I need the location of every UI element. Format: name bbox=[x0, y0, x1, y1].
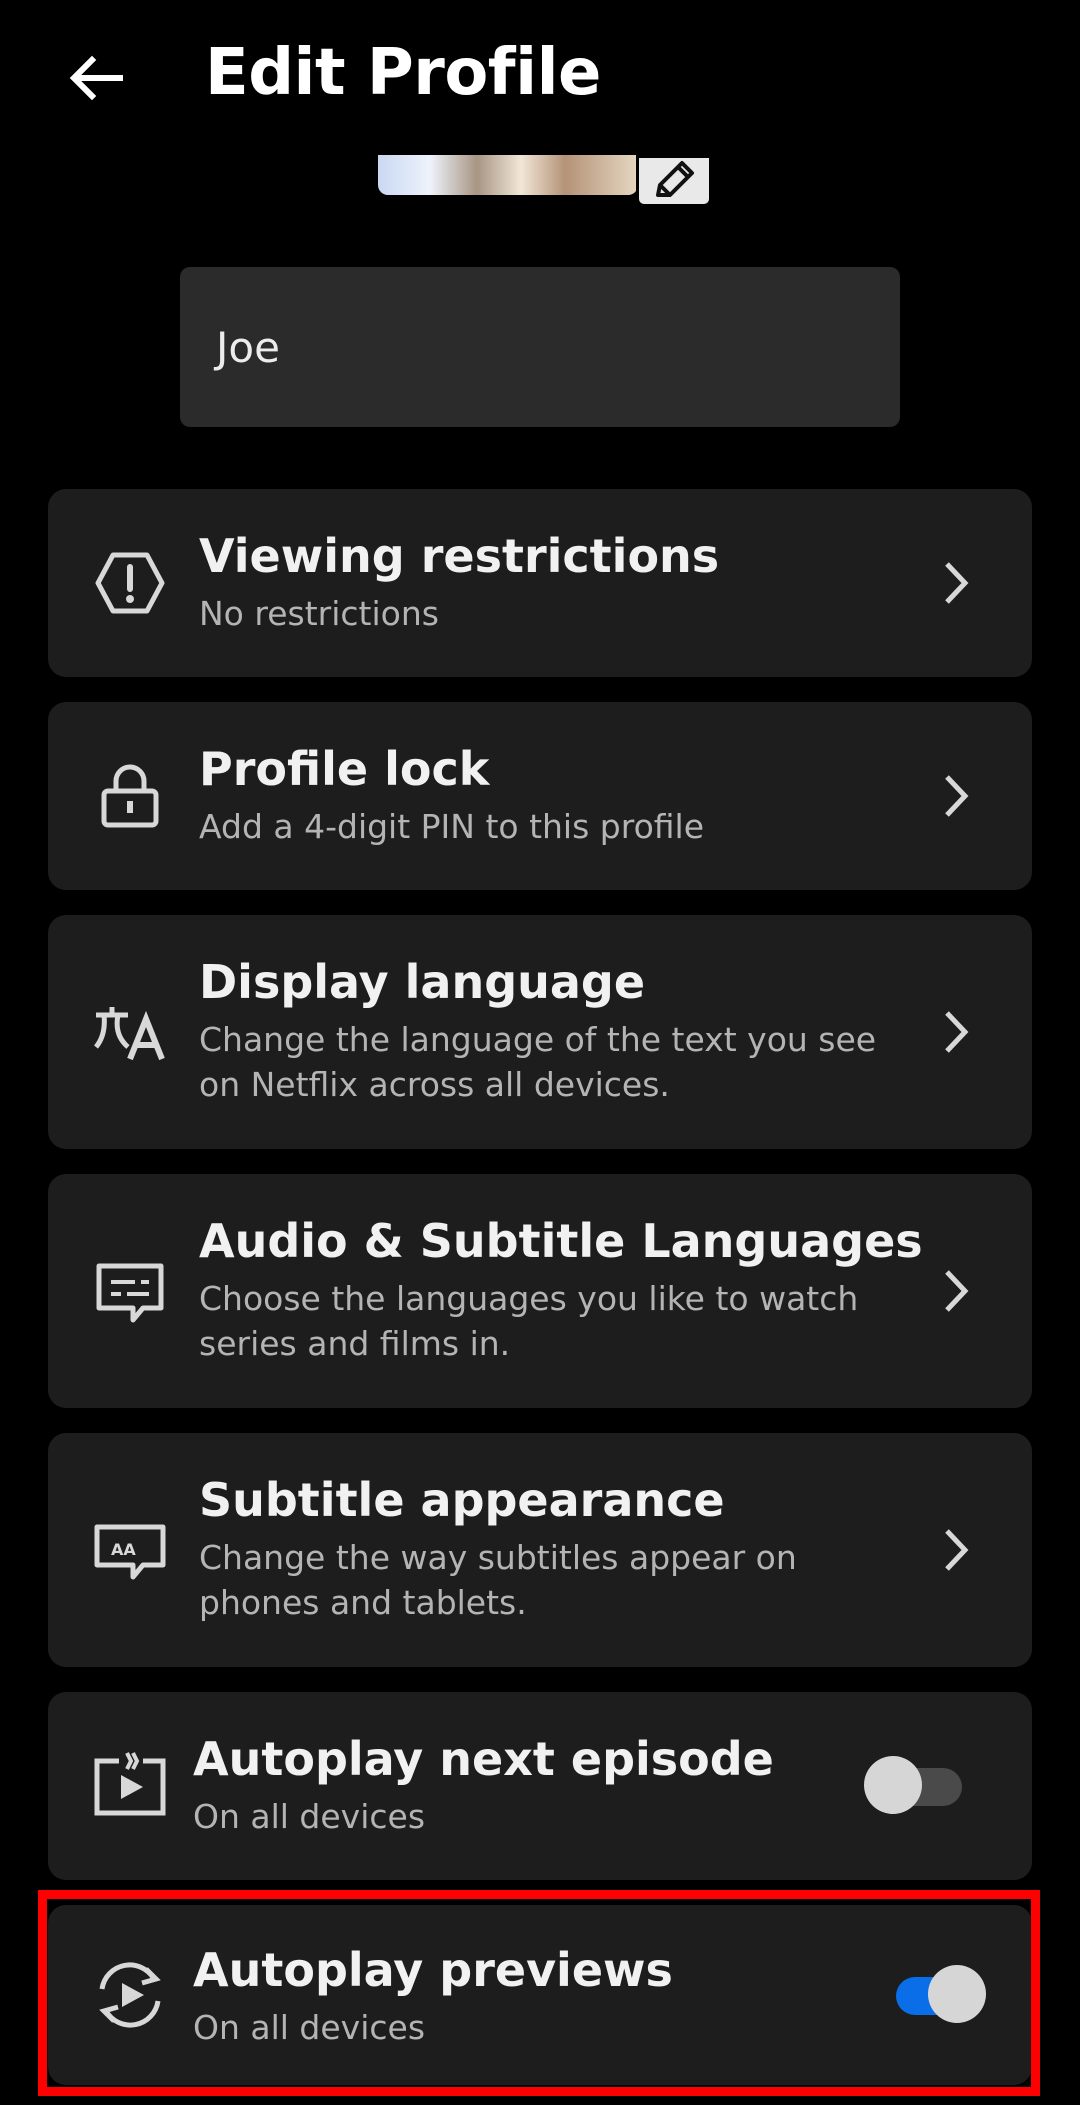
toggle-knob bbox=[864, 1756, 922, 1814]
setting-subtitle: Add a 4-digit PIN to this profile bbox=[199, 807, 705, 846]
toggle-knob bbox=[928, 1965, 986, 2023]
viewing-restrictions-item[interactable]: Viewing restrictions No restrictions bbox=[48, 489, 1032, 677]
page-title: Edit Profile bbox=[205, 36, 601, 110]
chevron-right-icon bbox=[936, 768, 976, 824]
setting-title: Autoplay next episode bbox=[193, 1732, 774, 1786]
setting-subtitle: No restrictions bbox=[199, 594, 439, 633]
translate-icon bbox=[88, 989, 172, 1073]
setting-subtitle: Change the language of the text you see … bbox=[199, 1020, 877, 1104]
setting-subtitle: On all devices bbox=[193, 2008, 426, 2047]
setting-title: Display language bbox=[199, 955, 646, 1009]
autoplay-previews-toggle[interactable] bbox=[886, 1965, 986, 2025]
subtitle-appearance-icon: AA bbox=[88, 1511, 172, 1595]
autoplay-next-episode-item[interactable]: Autoplay next episode On all devices bbox=[48, 1692, 1032, 1880]
display-language-item[interactable]: Display language Change the language of … bbox=[48, 915, 1032, 1149]
warning-hexagon-icon bbox=[88, 541, 172, 625]
setting-title: Viewing restrictions bbox=[199, 529, 720, 583]
subtitles-icon bbox=[88, 1252, 172, 1336]
profile-lock-item[interactable]: Profile lock Add a 4-digit PIN to this p… bbox=[48, 702, 1032, 890]
edit-avatar-button[interactable] bbox=[636, 155, 712, 207]
autoplay-previews-item[interactable]: Autoplay previews On all devices bbox=[48, 1905, 1032, 2085]
autoplay-previews-icon bbox=[88, 1953, 172, 2037]
pencil-icon bbox=[656, 161, 694, 197]
avatar-area bbox=[378, 155, 715, 207]
chevron-right-icon bbox=[936, 555, 976, 611]
header: Edit Profile bbox=[0, 0, 1080, 150]
svg-text:AA: AA bbox=[111, 1540, 136, 1559]
chevron-right-icon bbox=[936, 1004, 976, 1060]
lock-icon bbox=[88, 754, 172, 838]
setting-title: Subtitle appearance bbox=[199, 1473, 725, 1527]
setting-subtitle: Choose the languages you like to watch s… bbox=[199, 1279, 859, 1363]
autoplay-next-icon bbox=[88, 1742, 172, 1826]
autoplay-next-episode-toggle[interactable] bbox=[864, 1756, 964, 1816]
profile-name-input[interactable]: Joe bbox=[180, 267, 900, 427]
arrow-left-icon bbox=[69, 55, 123, 101]
setting-subtitle: Change the way subtitles appear on phone… bbox=[199, 1538, 797, 1622]
setting-subtitle: On all devices bbox=[193, 1797, 426, 1836]
audio-subtitle-languages-item[interactable]: Audio & Subtitle Languages Choose the la… bbox=[48, 1174, 1032, 1408]
chevron-right-icon bbox=[936, 1263, 976, 1319]
setting-title: Audio & Subtitle Languages bbox=[199, 1214, 923, 1268]
back-button[interactable] bbox=[64, 46, 128, 110]
chevron-right-icon bbox=[936, 1522, 976, 1578]
setting-title: Profile lock bbox=[199, 742, 490, 796]
subtitle-appearance-item[interactable]: AA Subtitle appearance Change the way su… bbox=[48, 1433, 1032, 1667]
avatar[interactable] bbox=[378, 155, 638, 195]
setting-title: Autoplay previews bbox=[193, 1943, 673, 1997]
